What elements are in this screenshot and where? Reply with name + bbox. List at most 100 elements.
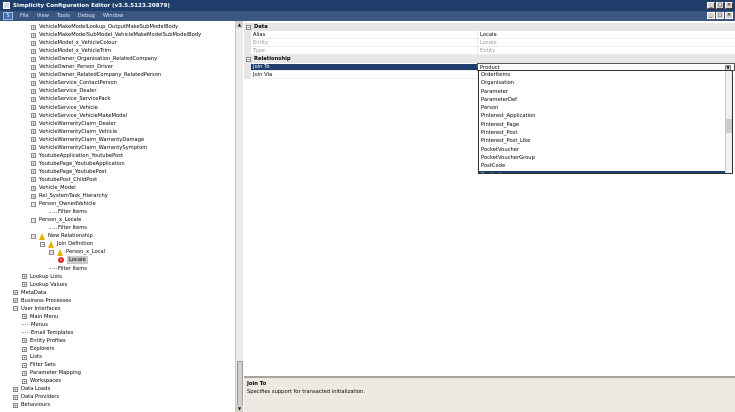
tree-item[interactable]: + VehicleOwner_Person_Driver [31, 63, 113, 71]
tree-item[interactable]: + VehicleService_ServicePack [31, 95, 110, 103]
dropdown-option[interactable]: PocketVoucherGroup [479, 154, 732, 162]
tree-item[interactable]: + VehicleWarrantyClaim_WarrantyDamage [31, 136, 144, 144]
dropdown-option[interactable]: PocketVoucher [479, 146, 732, 154]
tree-item[interactable]: + Parameter Mapping [22, 369, 81, 377]
property-row-type[interactable]: Type Entity [244, 46, 735, 55]
dropdown-option[interactable]: ParameterDef [479, 96, 732, 104]
expand-icon[interactable]: + [22, 274, 27, 280]
tree-item[interactable]: + VehicleWarrantyClaim_Dealer [31, 120, 116, 128]
mdi-restore-button[interactable]: □ [716, 12, 724, 19]
tree-item[interactable]: + YoutubeApplication_YoutubePost [31, 152, 123, 160]
expand-icon[interactable]: + [31, 72, 36, 78]
menu-window[interactable]: Window [103, 13, 123, 19]
tree-item[interactable]: + YoutubePage_YoutubeApplication [31, 160, 125, 168]
tree-item[interactable]: + VehicleService_Vehicle [31, 104, 98, 112]
expand-icon[interactable]: + [31, 177, 36, 183]
tree-item[interactable]: + Rel_SystemTask_Hierarchy [31, 192, 108, 200]
tree-item[interactable]: + Behaviours [13, 401, 50, 409]
menu-view[interactable]: View [37, 13, 49, 19]
expand-icon[interactable]: + [31, 129, 36, 135]
expand-icon[interactable]: + [31, 153, 36, 159]
collapse-icon[interactable]: − [246, 56, 251, 62]
tree-item[interactable]: × Locale [58, 256, 88, 265]
tree-item[interactable]: + VehicleWarrantyClaim_WarrantySymptom [31, 144, 147, 152]
dropdown-option[interactable]: Organisation [479, 79, 732, 87]
tree-item[interactable]: + Explorers [22, 345, 54, 353]
expand-icon[interactable]: + [22, 378, 27, 384]
tree-item[interactable]: + Lookup Values [22, 281, 67, 289]
tree-item[interactable]: Filter Items [49, 265, 87, 273]
dropdown-option[interactable]: Pinterest_Application [479, 112, 732, 120]
menu-tools[interactable]: Tools [57, 13, 70, 19]
expand-icon[interactable]: + [31, 32, 36, 38]
expand-icon[interactable]: + [22, 370, 27, 376]
tree-item[interactable]: Filter Items [49, 208, 87, 216]
dropdown-option[interactable]: Pinterest_Page [479, 121, 732, 129]
tree-item[interactable]: + VehicleWarrantyClaim_Vehicle [31, 128, 117, 136]
dropdown-option[interactable]: Product [479, 170, 732, 173]
collapse-icon[interactable]: − [31, 217, 36, 223]
expand-icon[interactable]: + [31, 137, 36, 143]
tree-item[interactable]: − New Relationship [31, 232, 93, 240]
tree-item[interactable]: + YoutubePost_ChildPost [31, 176, 97, 184]
tree-item[interactable]: + VehicleMakeModelLookup_OutputMakeSubMod… [31, 23, 178, 31]
tree-item[interactable]: − Person_x_Locale [31, 216, 81, 224]
collapse-icon[interactable]: − [40, 241, 45, 247]
expand-icon[interactable]: + [13, 290, 18, 296]
tree-item[interactable]: − Person_x_Local [49, 248, 105, 256]
join-to-dropdown-list[interactable]: OrderItems Organisation Parameter Parameter… [478, 70, 733, 174]
dropdown-option[interactable]: Parameter [479, 88, 732, 96]
dropdown-option[interactable]: OrderItems [479, 71, 732, 79]
tree-item[interactable]: + MetaData [13, 289, 46, 297]
expand-icon[interactable]: + [13, 394, 18, 400]
expand-icon[interactable]: + [31, 40, 36, 46]
tree-item[interactable]: Menus [22, 321, 48, 329]
tree-item[interactable]: − Person_OwnedVehicle [31, 200, 96, 208]
dropdown-scrollbar[interactable] [725, 71, 732, 173]
dropdown-option[interactable]: Pinterest_Post [479, 129, 732, 137]
expand-icon[interactable]: + [31, 96, 36, 102]
tree-item[interactable]: − Join Definition [40, 240, 93, 248]
mdi-minimize-button[interactable]: _ [707, 12, 715, 19]
tree-item[interactable]: + VehicleService_ContactPerson [31, 79, 117, 87]
expand-icon[interactable]: + [22, 354, 27, 360]
expand-icon[interactable]: + [31, 88, 36, 94]
tree-item[interactable]: + VehicleModel_x_VehicleColour [31, 39, 117, 47]
property-value[interactable]: Locale [477, 30, 735, 39]
dropdown-option[interactable]: PostCode [479, 162, 732, 170]
expand-icon[interactable]: + [31, 193, 36, 199]
expand-icon[interactable]: + [31, 105, 36, 110]
maximize-button[interactable]: □ [716, 2, 724, 9]
tree-item[interactable]: + Data Providers [13, 393, 59, 401]
scroll-down-arrow-icon[interactable]: ▼ [236, 405, 243, 412]
expand-icon[interactable]: + [31, 24, 36, 30]
tree-scrollbar[interactable]: ▲ ▼ [235, 21, 243, 412]
expand-icon[interactable]: + [31, 80, 36, 86]
expand-icon[interactable]: + [31, 48, 36, 54]
expand-icon[interactable]: + [31, 113, 36, 119]
tree-item[interactable]: + Business Processes [13, 297, 71, 305]
tree-item[interactable]: + VehicleService_Dealer [31, 87, 96, 95]
mdi-close-button[interactable]: × [725, 12, 733, 19]
scroll-up-arrow-icon[interactable]: ▲ [236, 21, 243, 28]
expand-icon[interactable]: + [22, 314, 27, 320]
expand-icon[interactable]: + [22, 282, 27, 288]
tree-item[interactable]: + Lists [22, 353, 42, 361]
expand-icon[interactable]: + [31, 145, 36, 151]
tree-item[interactable]: + YoutubePage_YoutubePost [31, 168, 107, 176]
tree-item[interactable]: + VehicleService_VehicleMakeModel [31, 112, 127, 120]
expand-icon[interactable]: + [31, 161, 36, 167]
tree-item[interactable]: + Filter Sets [22, 361, 56, 369]
expand-icon[interactable]: + [22, 338, 27, 344]
close-button[interactable]: × [725, 2, 733, 9]
expand-icon[interactable]: + [22, 362, 27, 368]
tree-item[interactable]: + Workspaces [22, 377, 61, 385]
tree-item[interactable]: + Vehicle_Model [31, 184, 76, 192]
scrollbar-thumb[interactable] [237, 361, 243, 406]
tree-item[interactable]: − User Interfaces [13, 305, 60, 313]
tree-item[interactable]: + Lookup Lists [22, 273, 62, 281]
expand-icon[interactable]: + [31, 121, 36, 127]
app-menu-icon[interactable]: S [3, 12, 13, 20]
dropdown-option[interactable]: Pinterest_Post_Like [479, 137, 732, 145]
tree-item[interactable]: + VehicleOwner_RelatedCompany_RelatedPers… [31, 71, 161, 79]
